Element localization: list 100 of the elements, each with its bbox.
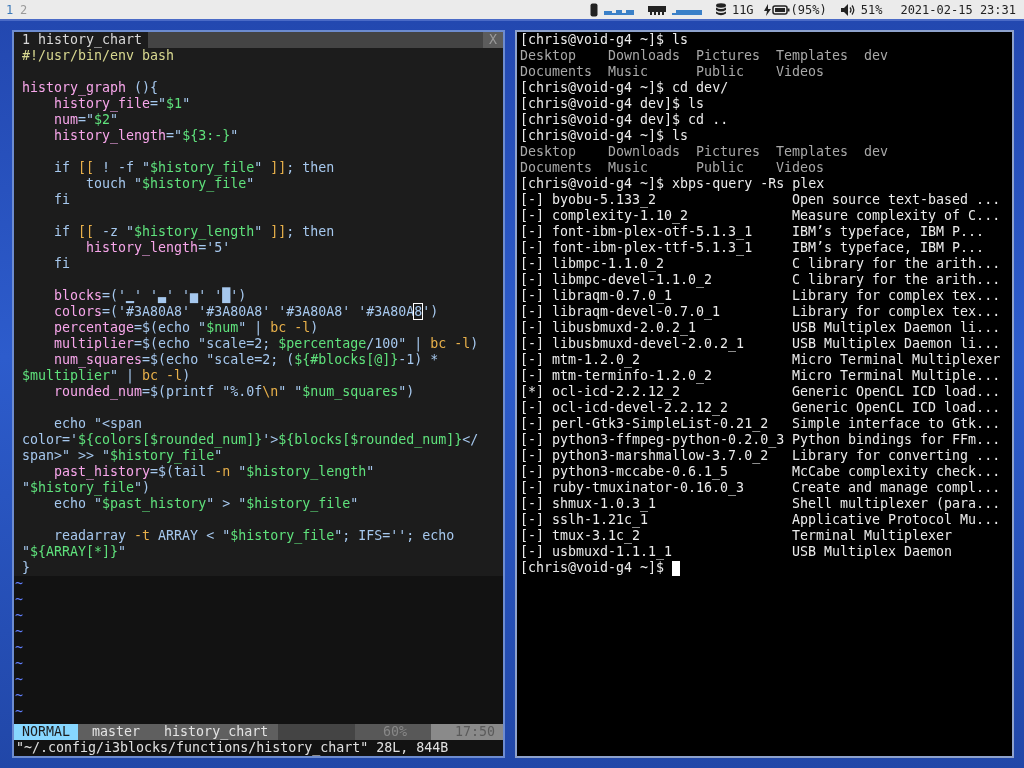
install-status: [-] [520,320,546,336]
install-status: [-] [520,208,546,224]
empty-line-marker: ~ [14,624,24,640]
package-name: libraqm-devel-0.7.0_1 [552,304,722,320]
empty-line-marker: ~ [14,672,24,688]
code-line: num_squares=$(echo "scale=2; (${#blocks[@]}-1) * [53,352,440,368]
package-name: python3-ffmpeg-python-0.2.0_3 [552,432,786,448]
code-line: if [[ -z "$history_length" ]]; then [53,224,336,240]
code-line: fi [53,192,72,208]
clock-text: 2021-02-15 23:31 [900,2,1016,17]
code-line: echo "<span [53,416,144,432]
prompt-line: [chris@void-g4 dev]$ cd .. [520,112,729,128]
close-button[interactable]: X [483,32,503,48]
disk-free-text: 11G [731,2,754,17]
package-description: Micro Terminal Multiplexer [792,352,1002,368]
package-description: Applicative Protocol Mu... [792,512,1002,528]
install-status: [-] [520,256,546,272]
empty-line-marker: ~ [14,688,24,704]
command-line-message: "~/.config/i3blocks/functions/history_chart" 28L, 844B [15,740,450,756]
package-description: Library for complex tex... [792,304,1002,320]
directory-name: Templates [776,48,850,64]
directory-name: dev [864,144,890,160]
prompt-line: [chris@void-g4 ~]$ [520,560,666,576]
package-description: Create and manage compl... [792,480,1002,496]
install-status: [-] [520,464,546,480]
battery-percent: (95%) [790,2,827,17]
code-line: echo "$past_history" > "$history_file" [53,496,360,512]
prompt-line: [chris@void-g4 dev]$ ls [520,96,705,112]
package-description: Library for converting ... [792,448,1002,464]
package-description: Generic OpenCL ICD load... [792,384,1002,400]
package-description: Measure complexity of C... [792,208,1002,224]
code-line: history_graph (){ [21,80,160,96]
code-line: fi [53,256,72,272]
package-name: sslh-1.21c_1 [552,512,650,528]
install-status: [-] [520,352,546,368]
package-description: USB Multiplex Daemon li... [792,336,1002,352]
directory-name: Desktop [520,144,578,160]
code-line: history_file="$1" [53,96,192,112]
directory-name: Documents [520,160,594,176]
package-name: font-ibm-plex-otf-5.1.3_1 [552,224,754,240]
directory-name: Public [696,160,746,176]
package-name: python3-marshmallow-3.7.0_2 [552,448,770,464]
package-name: libmpc-devel-1.1.0_2 [552,272,714,288]
package-description: IBM’s typeface, IBM P... [792,240,986,256]
code-line: "$history_file") [21,480,152,496]
workspace-number[interactable]: 1 [6,2,20,17]
code-line: history_length='5' [85,240,232,256]
code-line: color='${colors[$rounded_num]}'>${blocks[$rounded_num]}</ [21,432,480,448]
empty-line-marker: ~ [14,656,24,672]
speaker-icon [840,3,855,16]
empty-line-marker: ~ [14,576,24,592]
install-status: [-] [520,272,546,288]
package-name: complexity-1.10_2 [552,208,690,224]
workspace-number[interactable]: 2 [20,2,34,17]
package-description: Generic OpenCL ICD load... [792,400,1002,416]
package-name: mtm-terminfo-1.2.0_2 [552,368,714,384]
code-line: num="$2" [53,112,120,128]
install-status: [-] [520,528,546,544]
package-description: Micro Terminal Multiple... [792,368,1002,384]
directory-name: Downloads [608,144,682,160]
package-description: Library for complex tex... [792,288,1002,304]
install-status: [-] [520,288,546,304]
package-name: perl-Gtk3-SimpleList-0.21_2 [552,416,770,432]
code-line: rounded_num=$(printf "%.0f\n" "$num_squares") [53,384,416,400]
code-line: if [[ ! -f "$history_file" ]]; then [53,160,336,176]
code-line: span>" >> "$history_file" [21,448,224,464]
code-line: blocks=('▁' '▃' '▅' '█') [53,288,248,304]
install-status: [-] [520,496,546,512]
install-status: [-] [520,432,546,448]
code-line: history_length="${3:-}" [53,128,240,144]
battery-icon [771,4,790,15]
database-icon [715,3,726,16]
package-name: font-ibm-plex-ttf-5.1.3_1 [552,240,754,256]
git-branch: master [78,724,151,740]
code-line: past_history=$(tail -n "$history_length" [53,464,376,480]
code-line: percentage=$(echo "$num" | bc -l) [53,320,320,336]
install-status: [-] [520,512,546,528]
directory-name: Music [608,160,650,176]
directory-name: Videos [776,160,826,176]
install-status: [-] [520,368,546,384]
code-line: touch "$history_file" [85,176,256,192]
lightning-bolt-icon [763,3,771,16]
directory-name: Documents [520,64,594,80]
prompt-line: [chris@void-g4 ~]$ ls [520,32,689,48]
install-status: [-] [520,416,546,432]
code-line: multiplier=$(echo "scale=2; $percentage/100" | bc -l) [53,336,480,352]
directory-name: Videos [776,64,826,80]
package-name: tmux-3.1c_2 [552,528,642,544]
install-status: [*] [520,384,546,400]
memory-chip-icon [647,4,666,15]
empty-line-marker: ~ [14,608,24,624]
directory-name: Templates [776,144,850,160]
mode-indicator: NORMAL [14,724,79,740]
prompt-line: [chris@void-g4 ~]$ cd dev/ [520,80,729,96]
install-status: [-] [520,304,546,320]
file-name: history_chart [150,724,279,740]
volume-percent: 51% [860,2,883,17]
package-description: Shell multiplexer (para... [792,496,1002,512]
editor-tab[interactable]: 1 history_chart [14,32,149,48]
package-description: Simple interface to Gtk... [792,416,1002,432]
